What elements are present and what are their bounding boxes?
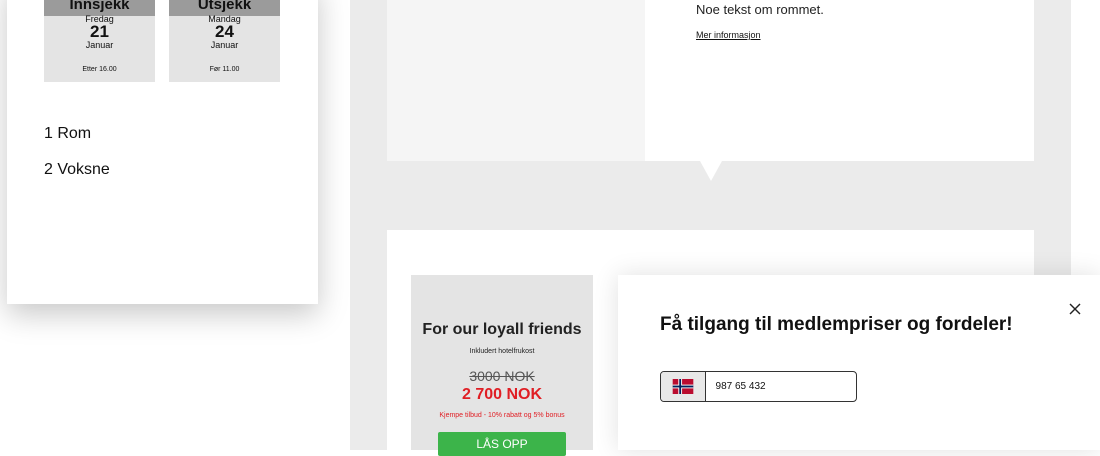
room-count: 1 Rom [44,125,92,142]
room-card: Noe tekst om rommet. Mer informasjon [387,0,1034,161]
promo-text: Kjempe tilbud - 10% rabatt og 5% bonus [439,412,565,419]
checkin-month: Januar [85,40,114,50]
checkout-month: Januar [210,40,239,50]
close-icon[interactable] [1067,301,1083,317]
loyalty-offer-box: For our loyall friends Inkludert hotelfr… [411,275,593,456]
unlock-button[interactable]: LÅS OPP [438,432,566,456]
offer-subtitle: Inkludert hotelfrukost [469,348,535,355]
checkin-date-box: Innsjekk Fredag 21 Januar Etter 16.00 [44,0,155,82]
old-price: 3000 NOK [469,368,535,384]
popup-heading: Få tilgang til medlempriser og fordeler! [660,314,1013,335]
room-image-placeholder [387,0,645,161]
guest-count: 2 Voksne [44,161,110,178]
card-pointer [700,161,722,181]
phone-number-input[interactable] [705,372,856,401]
room-description: Noe tekst om rommet. [696,2,824,17]
phone-input-group [660,371,857,402]
booking-summary-card: Innsjekk Fredag 21 Januar Etter 16.00 Ut… [7,0,318,304]
norway-flag-icon [672,379,694,394]
new-price: 2 700 NOK [461,386,543,403]
checkin-time: Etter 16.00 [82,66,117,73]
offer-title: For our loyall friends [422,321,582,338]
more-info-link[interactable]: Mer informasjon [696,30,761,40]
checkin-day: 21 [90,22,109,41]
member-signup-popup: Få tilgang til medlempriser og fordeler! [618,275,1100,450]
checkout-time: Før 11.00 [209,66,240,73]
checkout-day: 24 [215,22,234,41]
country-selector[interactable] [661,372,706,401]
checkout-date-box: Utsjekk Mandag 24 Januar Før 11.00 [169,0,280,82]
